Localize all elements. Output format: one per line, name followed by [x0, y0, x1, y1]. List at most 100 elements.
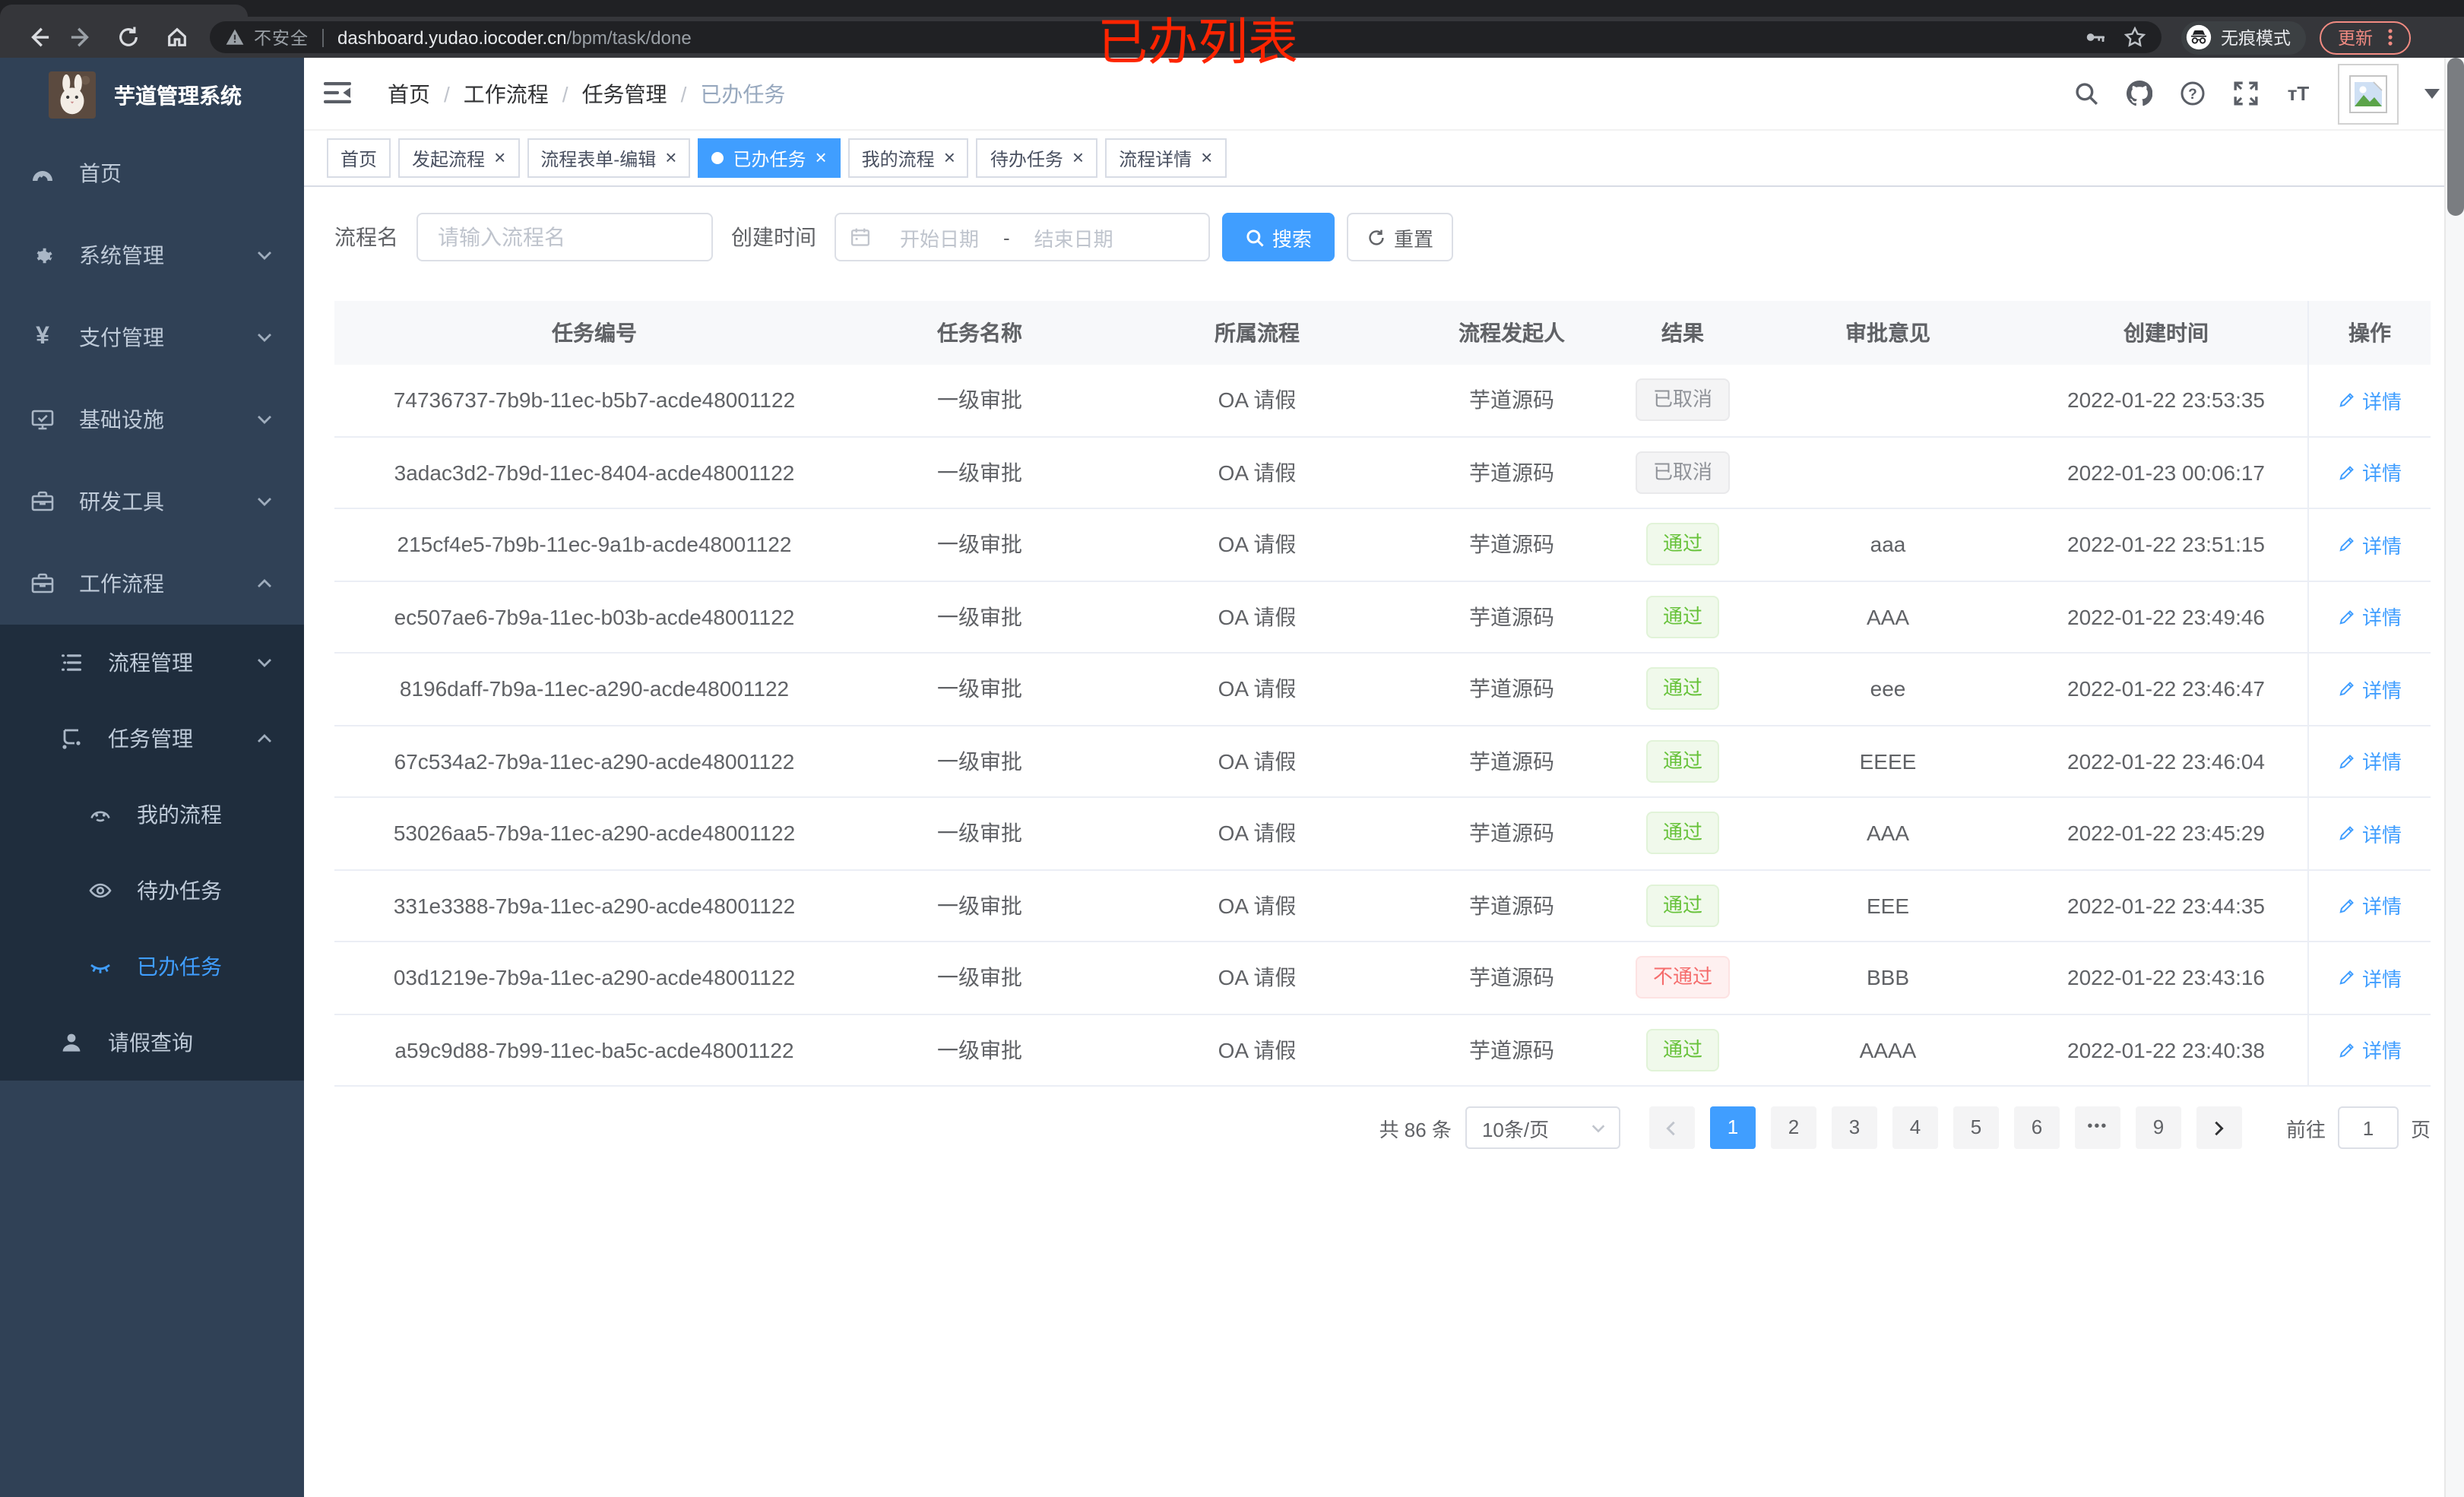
detail-button[interactable]: 详情: [2338, 675, 2402, 704]
page-button-2[interactable]: 2: [1770, 1106, 1816, 1149]
chevron-down-icon: [255, 410, 274, 429]
sidebar: 芋道管理系统 首页系统管理 ¥ 支付管理 基础设施 研发工具 工作流程 流程管理 任务管理 我的…: [0, 58, 304, 1497]
bookmark-star-icon[interactable]: [2124, 26, 2146, 49]
create-time-cell: 2022-01-22 23:46:04: [2067, 748, 2265, 774]
sidebar-item-工作流程[interactable]: 工作流程: [0, 543, 304, 625]
github-icon[interactable]: [2125, 80, 2152, 107]
sidebar-item-基础设施[interactable]: 基础设施: [0, 378, 304, 460]
start-date-placeholder[interactable]: 开始日期: [882, 223, 997, 252]
tab-待办任务[interactable]: 待办任务 ×: [976, 138, 1098, 178]
goto-page-input[interactable]: [2337, 1106, 2399, 1149]
close-icon[interactable]: ×: [494, 147, 505, 169]
create-time-cell: 2022-01-22 23:51:15: [2067, 532, 2265, 557]
date-range-picker[interactable]: 开始日期 - 结束日期: [835, 213, 1210, 261]
breadcrumb-item-工作流程[interactable]: 工作流程: [464, 78, 549, 109]
logo[interactable]: 芋道管理系统: [0, 58, 304, 132]
browser-tab[interactable]: [0, 5, 248, 17]
page-button-3[interactable]: 3: [1831, 1106, 1877, 1149]
prev-page-button[interactable]: [1648, 1106, 1695, 1149]
tab-流程表单-编辑[interactable]: 流程表单-编辑 ×: [527, 138, 691, 178]
search-button[interactable]: 搜索: [1222, 213, 1335, 261]
detail-button[interactable]: 详情: [2338, 1036, 2402, 1065]
detail-button[interactable]: 详情: [2338, 603, 2402, 631]
result-cell: 通过: [1614, 798, 1751, 869]
page-button-1[interactable]: 1: [1709, 1106, 1756, 1149]
key-icon[interactable]: [2084, 26, 2107, 49]
avatar[interactable]: [2338, 63, 2399, 124]
create-time-cell: 2022-01-22 23:44:35: [2067, 893, 2265, 918]
sidebar-item-待办任务[interactable]: 待办任务: [0, 853, 304, 929]
close-icon[interactable]: ×: [815, 147, 826, 169]
fullscreen-icon[interactable]: [2231, 80, 2259, 107]
sidebar-fold-icon[interactable]: [324, 78, 354, 109]
page-ellipsis[interactable]: •••: [2074, 1106, 2120, 1149]
sidebar-item-label: 首页: [79, 161, 122, 185]
detail-button[interactable]: 详情: [2338, 386, 2402, 415]
reset-button[interactable]: 重置: [1347, 213, 1454, 261]
detail-button[interactable]: 详情: [2338, 458, 2402, 487]
task-name-cell: 一级审批: [937, 821, 1022, 846]
close-icon[interactable]: ×: [944, 147, 955, 169]
forward-button[interactable]: [67, 24, 94, 51]
task-id-cell: 331e3388-7b9a-11ec-a290-acde48001122: [393, 893, 796, 918]
process-cell: OA 请假: [1218, 676, 1297, 701]
update-button[interactable]: 更新: [2320, 21, 2411, 54]
detail-button[interactable]: 详情: [2338, 530, 2402, 559]
sidebar-item-首页[interactable]: 首页: [0, 132, 304, 214]
reload-button[interactable]: [114, 24, 141, 51]
tab-label: 流程表单-编辑: [540, 148, 657, 169]
window-scrollbar[interactable]: [2444, 58, 2464, 1497]
sidebar-item-已办任务[interactable]: 已办任务: [0, 929, 304, 1005]
sidebar-item-流程管理[interactable]: 流程管理: [0, 625, 304, 701]
breadcrumb-item-任务管理[interactable]: 任务管理: [582, 78, 667, 109]
address-divider: [322, 28, 324, 46]
page-button-5[interactable]: 5: [1953, 1106, 1999, 1149]
page-size-select[interactable]: 10条/页: [1465, 1106, 1620, 1149]
breadcrumb-item-首页[interactable]: 首页: [388, 78, 430, 109]
sidebar-item-支付管理[interactable]: ¥ 支付管理: [0, 296, 304, 378]
url-path[interactable]: /bpm/task/done: [567, 27, 692, 48]
detail-button[interactable]: 详情: [2338, 747, 2402, 776]
caret-down-icon[interactable]: [2424, 87, 2440, 100]
process-cell: OA 请假: [1218, 965, 1297, 990]
search-icon[interactable]: [2072, 80, 2099, 107]
process-name-input[interactable]: [416, 213, 713, 261]
sidebar-item-研发工具[interactable]: 研发工具: [0, 460, 304, 543]
tab-首页[interactable]: 首页: [327, 138, 391, 178]
close-icon[interactable]: ×: [665, 147, 676, 169]
sidebar-item-任务管理[interactable]: 任务管理: [0, 701, 304, 777]
sidebar-item-系统管理[interactable]: 系统管理: [0, 214, 304, 296]
tab-已办任务[interactable]: 已办任务 ×: [698, 138, 841, 178]
tab-发起流程[interactable]: 发起流程 ×: [398, 138, 520, 178]
detail-label: 详情: [2361, 534, 2402, 558]
update-label[interactable]: 更新: [2338, 25, 2373, 49]
detail-button[interactable]: 详情: [2338, 891, 2402, 920]
help-icon[interactable]: ?: [2178, 80, 2206, 107]
process-cell: OA 请假: [1218, 821, 1297, 846]
page-button-4[interactable]: 4: [1892, 1106, 1938, 1149]
close-icon[interactable]: ×: [1072, 147, 1084, 169]
table-row: 3adac3d2-7b9d-11ec-8404-acde48001122 一级审批…: [334, 437, 2431, 509]
task-name-cell: 一级审批: [937, 893, 1022, 918]
tab-流程详情[interactable]: 流程详情 ×: [1105, 138, 1227, 178]
sidebar-item-请假查询[interactable]: 请假查询: [0, 1005, 304, 1081]
detail-button[interactable]: 详情: [2338, 964, 2402, 992]
sidebar-item-我的流程[interactable]: 我的流程: [0, 777, 304, 853]
task-name-cell: 一级审批: [937, 460, 1022, 485]
home-button[interactable]: [163, 24, 190, 51]
status-badge: 通过: [1645, 1028, 1719, 1071]
page-button-9[interactable]: 9: [2135, 1106, 2181, 1149]
create-time-cell: 2022-01-22 23:46:47: [2067, 676, 2265, 701]
back-button[interactable]: [24, 24, 52, 51]
font-size-icon[interactable]: ᴛT: [2285, 80, 2312, 107]
close-icon[interactable]: ×: [1201, 147, 1212, 169]
security-label[interactable]: 不安全: [254, 25, 309, 49]
page-button-6[interactable]: 6: [2013, 1106, 2060, 1149]
detail-button[interactable]: 详情: [2338, 819, 2402, 848]
app-title: 芋道管理系统: [114, 83, 242, 107]
tab-我的流程[interactable]: 我的流程 ×: [847, 138, 969, 178]
end-date-placeholder[interactable]: 结束日期: [1016, 223, 1132, 252]
url-host[interactable]: dashboard.yudao.iocoder.cn: [337, 27, 567, 48]
next-page-button[interactable]: [2196, 1106, 2242, 1149]
scrollbar-thumb[interactable]: [2447, 58, 2464, 216]
